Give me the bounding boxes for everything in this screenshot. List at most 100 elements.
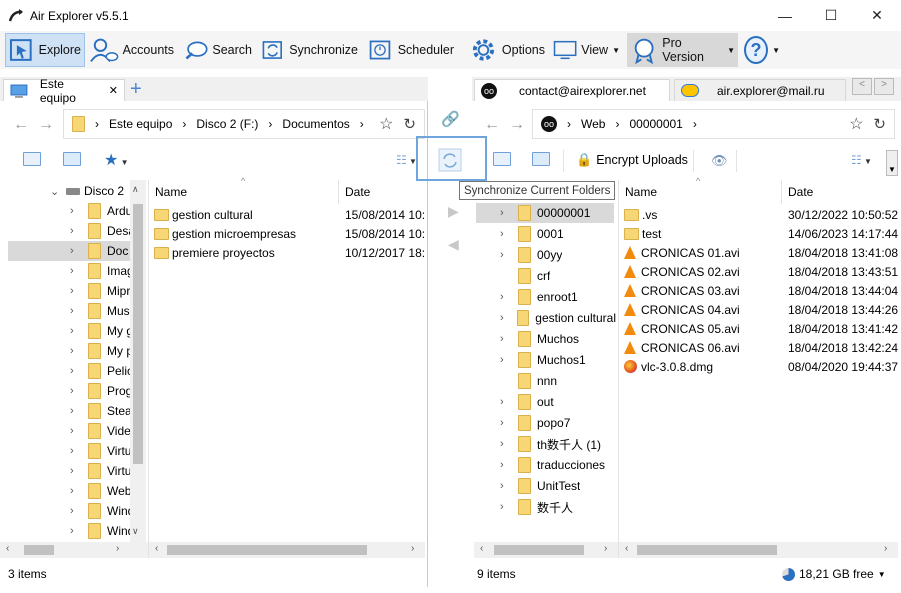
synchronize-button[interactable]: Synchronize [258,33,361,67]
tree-item[interactable]: › 数千人 [500,497,573,517]
vlc-icon [624,284,636,297]
pro-version-button[interactable]: Pro Version ▼ [627,33,738,67]
file-name: CRONICAS 01.avi [641,245,740,260]
left-breadcrumb[interactable]: › Este equipo › Disco 2 (F:) › Documento… [63,109,425,139]
column-header-name[interactable]: Name [625,180,775,204]
folder-icon [518,289,531,305]
copy-right-icon[interactable]: ▶ [448,203,459,220]
new-folder-icon[interactable] [63,152,81,169]
left-files-hscrollbar[interactable]: ‹ › [149,542,425,558]
tree-item-selected[interactable]: › Doc [8,241,130,261]
tree-item[interactable]: › 00000001 [500,203,590,223]
back-button[interactable]: ← [13,116,29,134]
tree-item[interactable]: › Muchos1 [500,350,586,370]
list-item[interactable]: CRONICAS 02.avi [624,262,740,281]
forward-button[interactable]: → [38,116,54,134]
list-item[interactable]: CRONICAS 04.avi [624,300,740,319]
vlc-icon [624,246,636,259]
scrollbar-thumb[interactable] [133,204,143,464]
list-item[interactable]: premiere proyectos [154,243,275,262]
back-button[interactable]: ← [484,116,500,134]
right-breadcrumb[interactable]: oo › Web › 00000001 › ☆ ↻ [532,109,895,139]
refresh-icon[interactable]: ↻ [873,115,886,133]
tree-item-label: Vide [107,424,131,438]
list-item[interactable]: vlc-3.0.8.dmg [624,357,713,376]
explore-button[interactable]: Explore [5,33,85,67]
forward-button[interactable]: → [509,116,525,134]
tab-contact-account[interactable]: oo contact@airexplorer.net [474,79,670,101]
refresh-icon[interactable]: ↻ [403,115,416,133]
tree-item[interactable]: › th数千人 (1) [500,434,601,454]
add-tab-button[interactable]: + [130,78,142,101]
tree-item[interactable]: nnn [500,371,557,391]
tree-item[interactable]: › gestion cultural [500,308,616,328]
minimize-button[interactable]: — [762,0,808,31]
list-item[interactable]: gestion cultural [154,205,253,224]
tree-view-toggle-icon[interactable] [493,152,511,169]
help-button[interactable]: ? ▼ [741,33,783,67]
link-icon[interactable]: 🔗 [441,110,460,128]
left-tree-scrollbar[interactable]: ∧ ∨ [130,180,146,542]
copy-left-icon[interactable]: ◀ [448,236,459,253]
column-header-date[interactable]: Date [345,180,425,204]
star-icon[interactable]: ☆ [849,114,863,134]
breadcrumb-item[interactable]: Disco 2 (F:) [196,117,258,131]
search-button[interactable]: Search [180,33,255,67]
list-item[interactable]: CRONICAS 03.avi [624,281,740,300]
breadcrumb-item[interactable]: 00000001 [629,117,682,131]
tree-item-label: nnn [537,374,558,388]
close-icon[interactable]: ✕ [109,84,118,97]
tree-item[interactable]: › 0001 [500,224,564,244]
list-item[interactable]: test [624,224,661,243]
tree-item[interactable]: › traducciones [500,455,605,475]
help-icon: ? [744,36,769,64]
columns-icon[interactable]: ☷ ▼ [396,153,417,167]
tree-item[interactable]: › enroot1 [500,287,578,307]
right-tree-hscrollbar[interactable]: ‹ › [474,542,618,558]
tab-scroll-right-button[interactable]: > [874,78,894,95]
list-item[interactable]: CRONICAS 06.avi [624,338,740,357]
tree-item[interactable]: › Muchos [500,329,579,349]
column-header-name[interactable]: Name [155,180,335,204]
columns-icon[interactable]: ☷ ▼ [851,153,872,167]
view-button[interactable]: View ▼ [550,33,623,67]
breadcrumb-item[interactable]: Web [581,117,605,131]
firefox-icon [624,360,637,373]
breadcrumb-item[interactable]: Documentos [282,117,349,131]
tree-item[interactable]: crf [500,266,550,286]
tab-scroll-left-button[interactable]: < [852,78,872,95]
tab-este-equipo[interactable]: Este equipo ✕ [3,77,125,105]
list-item[interactable]: gestion microempresas [154,224,296,243]
tree-item[interactable]: › 00yy [500,245,562,265]
tree-item[interactable]: › UnitTest [500,476,580,496]
list-item[interactable]: CRONICAS 01.avi [624,243,740,262]
favorites-icon[interactable]: ★ ▼ [104,150,128,170]
tab-mailru-account[interactable]: air.explorer@mail.ru [674,79,846,101]
chevron-right-icon: › [70,425,74,437]
preview-icon[interactable]: 👁 [711,153,728,169]
sync-current-folders-button[interactable] [438,148,462,175]
list-item[interactable]: .vs [624,205,657,224]
scheduler-button[interactable]: Scheduler [365,33,457,67]
list-item[interactable]: CRONICAS 05.avi [624,319,740,338]
right-files-hscrollbar[interactable]: ‹ › [619,542,898,558]
tree-item[interactable]: › popo7 [500,413,570,433]
breadcrumb-item[interactable]: Este equipo [109,117,172,131]
toolbar-overflow-button[interactable]: ▼ [886,150,898,176]
close-button[interactable]: ✕ [854,0,900,31]
options-button[interactable]: Options [466,33,548,67]
accounts-button[interactable]: Accounts [87,33,177,67]
column-header-date[interactable]: Date [788,180,888,204]
folder-icon [88,363,101,379]
maximize-button[interactable]: ☐ [808,0,854,31]
tree-view-toggle-icon[interactable] [23,152,41,169]
encrypt-uploads-button[interactable]: 🔒 Encrypt Uploads [576,152,688,168]
star-icon[interactable]: ☆ [379,114,393,134]
new-folder-icon[interactable] [532,152,550,169]
tree-item[interactable]: › out [500,392,554,412]
folder-icon [88,203,101,219]
left-tree-hscrollbar[interactable]: ‹ › [0,542,148,558]
free-space-indicator[interactable]: 18,21 GB free ▼ [782,562,892,586]
divider [338,180,339,204]
folder-icon [518,394,531,410]
